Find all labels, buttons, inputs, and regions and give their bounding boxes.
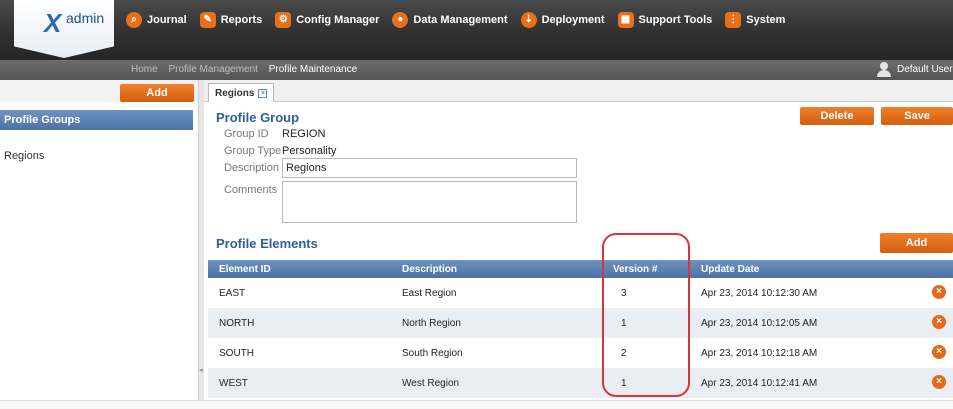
cell-element-id: WEST [219,378,248,389]
delete-row-icon[interactable]: × [932,315,946,329]
status-bar [0,400,953,409]
nav-data-management[interactable]: ● Data Management [392,12,508,28]
comments-field[interactable] [282,181,577,223]
close-icon[interactable]: × [258,88,268,98]
table-row[interactable]: EAST East Region 3 Apr 23, 2014 10:12:30… [208,278,953,308]
nav-label: Deployment [541,14,605,26]
table-header: Element ID Description Version # Update … [208,260,953,278]
system-icon: ⋮ [725,12,742,28]
cell-update-date: Apr 23, 2014 10:12:30 AM [701,288,818,299]
cell-element-id: NORTH [219,318,255,329]
cell-description: South Region [402,348,463,359]
profile-elements-title: Profile Elements [216,236,318,251]
cell-element-id: EAST [219,288,246,299]
panel-splitter[interactable] [198,80,204,400]
description-label: Description [224,162,280,174]
nav-label: Data Management [413,14,508,26]
deployment-icon: ⇣ [520,12,537,28]
delete-row-icon[interactable]: × [932,345,946,359]
version-column-highlight [602,233,690,397]
breadcrumb-home[interactable]: Home [131,64,158,75]
app-logo[interactable]: X admin [14,0,114,58]
nav-system[interactable]: ⋮ System [725,12,785,28]
nav-deployment[interactable]: ⇣ Deployment [520,12,605,28]
tab-label: Regions [215,87,255,99]
cell-description: West Region [402,378,460,389]
profile-groups-header: Profile Groups [0,110,193,130]
column-header-description[interactable]: Description [402,264,457,275]
search-icon: ⌕ [126,12,142,28]
cell-update-date: Apr 23, 2014 10:12:05 AM [701,318,818,329]
top-nav-bar: X admin ⌕ Journal ✎ Reports ⚙ Config Man… [0,0,953,60]
comments-label: Comments [224,184,278,196]
list-item-regions[interactable]: Regions [4,150,44,162]
breadcrumb-current: Profile Maintenance [268,64,358,75]
cell-update-date: Apr 23, 2014 10:12:41 AM [701,378,818,389]
user-menu[interactable]: Default User [877,62,953,77]
nav-label: Journal [147,14,187,26]
profile-group-title: Profile Group [216,110,300,125]
tab-strip: Regions × [204,80,953,102]
breadcrumb-bar: Home Profile Management Profile Maintena… [0,60,953,80]
delete-row-icon[interactable]: × [932,285,946,299]
cell-description: East Region [402,288,457,299]
table-row[interactable]: SOUTH South Region 2 Apr 23, 2014 10:12:… [208,338,953,368]
cell-description: North Region [402,318,461,329]
x-logo-icon: X [44,8,62,38]
nav-config-manager[interactable]: ⚙ Config Manager [275,12,379,28]
cell-update-date: Apr 23, 2014 10:12:18 AM [701,348,818,359]
delete-button[interactable]: Delete [800,107,874,125]
nav-reports[interactable]: ✎ Reports [199,12,263,28]
user-name: Default User [897,64,953,75]
database-icon: ● [392,12,409,28]
delete-row-icon[interactable]: × [932,375,946,389]
column-header-element-id[interactable]: Element ID [219,264,271,275]
add-group-button[interactable]: Add [120,84,194,102]
splitter-handle-icon[interactable]: ◂ [199,366,203,374]
cell-element-id: SOUTH [219,348,254,359]
left-toolbar: Add [0,80,198,102]
table-row[interactable]: WEST West Region 1 Apr 23, 2014 10:12:41… [208,368,953,398]
edit-icon: ✎ [199,12,216,28]
main-menu: ⌕ Journal ✎ Reports ⚙ Config Manager ● D… [126,9,798,31]
nav-label: Config Manager [296,14,380,26]
user-icon [877,62,891,77]
description-field[interactable]: Regions [282,158,577,178]
logo-text: admin [66,10,105,26]
column-header-update-date[interactable]: Update Date [701,264,759,275]
nav-label: Reports [220,14,263,26]
nav-label: Support Tools [638,14,713,26]
nav-journal[interactable]: ⌕ Journal [126,12,187,28]
toolbox-icon: ▦ [617,12,634,28]
group-type-value: Personality [282,145,337,157]
group-type-label: Group Type [224,145,282,157]
nav-label: System [746,14,786,26]
group-id-value: REGION [282,128,326,140]
breadcrumb-profile-management[interactable]: Profile Management [168,64,258,75]
nav-support-tools[interactable]: ▦ Support Tools [617,12,713,28]
group-id-label: Group ID [224,128,269,140]
gear-icon: ⚙ [275,12,292,28]
tab-regions[interactable]: Regions × [208,83,275,102]
breadcrumb: Home Profile Management Profile Maintena… [131,64,365,75]
table-row[interactable]: NORTH North Region 1 Apr 23, 2014 10:12:… [208,308,953,338]
profile-elements-table: Element ID Description Version # Update … [208,260,953,398]
save-button[interactable]: Save [881,107,953,125]
add-element-button[interactable]: Add [880,233,953,253]
